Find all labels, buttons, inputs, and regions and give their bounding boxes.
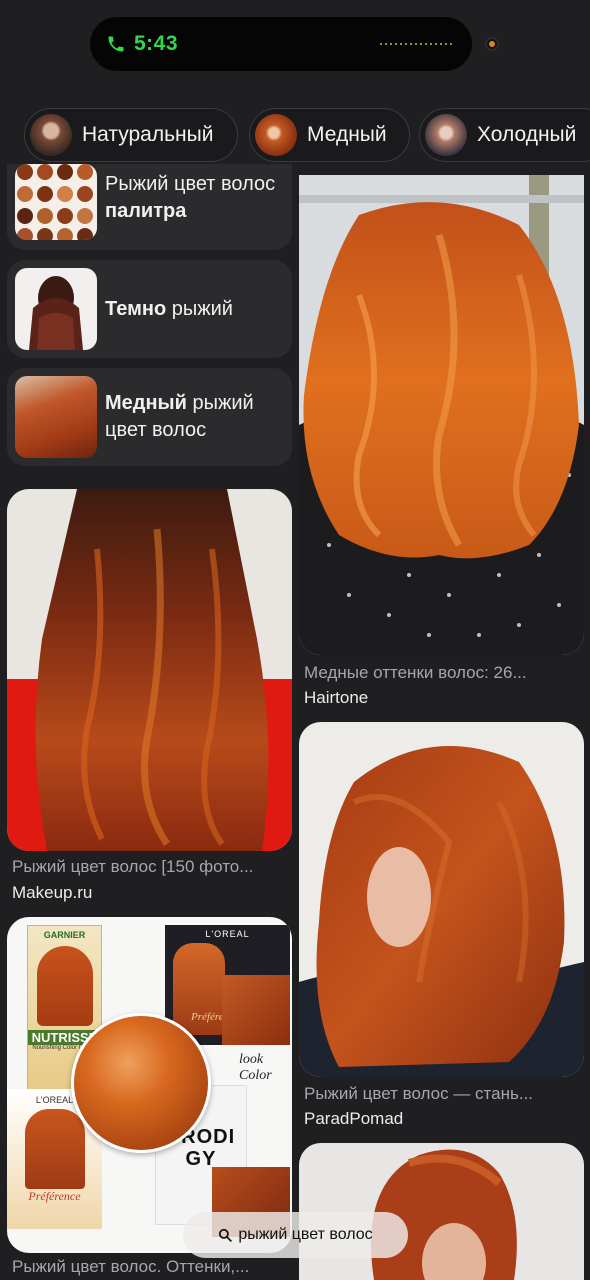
chip-label: Натуральный [82,123,214,146]
suggestion-card-copper[interactable]: Медный рыжий цвет волос [7,368,292,466]
chip-label: Холодный [477,123,577,146]
loreal-brand: L'OREAL [205,929,250,939]
pin-image-left-2[interactable]: GARNIER NUTRISSE Nourishing Color Creme … [7,917,292,1253]
pin-photo [7,489,292,851]
loreal-face-bottom [24,1109,85,1189]
pin-caption[interactable]: Рыжий цвет волос [150 фото... [12,857,253,877]
garnier-face [36,946,93,1026]
suggestion-card-dark-red[interactable]: Темно рыжий [7,260,292,358]
suggestion-text: Темно рыжий [105,297,233,320]
status-time: 5:43 [134,32,179,55]
suggestion-thumbnail [15,376,97,458]
chip-copper[interactable]: Медный [249,108,410,162]
chip-label: Медный [307,123,387,146]
status-island[interactable]: 5:43 [90,17,472,71]
pin-caption[interactable]: Рыжий цвет волос — стань... [304,1084,533,1104]
search-query-text: рыжий цвет волос [238,1226,373,1243]
chip-avatar [255,114,297,156]
pin-caption[interactable]: Рыжий цвет волос. Оттенки,... [12,1257,249,1277]
chip-avatar [30,114,72,156]
pin-image-right-2[interactable] [299,722,584,1077]
suggestion-thumbnail [15,164,97,240]
chip-avatar [425,114,467,156]
camera-indicator-icon [485,37,499,51]
pin-image-right-1[interactable] [299,175,584,655]
hair-swatch-circle [71,1013,211,1153]
suggestion-card-palette[interactable]: Рыжий цвет волос палитра [7,164,292,250]
preference-label-bottom: Préférence [28,1189,81,1203]
search-icon [218,1228,233,1242]
look-color-logo: look Color [239,1052,272,1083]
suggestion-thumbnail [15,268,97,350]
garnier-brand: GARNIER [43,930,86,940]
pin-source[interactable]: ParadPomad [304,1109,403,1129]
suggestion-text: Медный рыжий цвет волос [105,392,254,441]
suggestion-text: Рыжий цвет волос палитра [105,173,276,222]
pin-caption[interactable]: Медные оттенки волос: 26... [304,663,527,683]
filter-chips-row: Натуральный Медный Холодный [0,108,590,162]
pin-source[interactable]: Hairtone [304,688,368,708]
pin-photo [299,175,584,655]
phone-icon [106,33,126,55]
search-query-pill[interactable]: рыжий цвет волос [183,1212,408,1258]
pin-source[interactable]: Makeup.ru [12,883,92,903]
swatch-top [222,975,290,1045]
audio-waveform-icon [380,43,452,45]
pin-photo [299,722,584,1077]
chip-cold[interactable]: Холодный [419,108,590,162]
pin-image-left-1[interactable] [7,489,292,851]
chip-natural[interactable]: Натуральный [24,108,238,162]
